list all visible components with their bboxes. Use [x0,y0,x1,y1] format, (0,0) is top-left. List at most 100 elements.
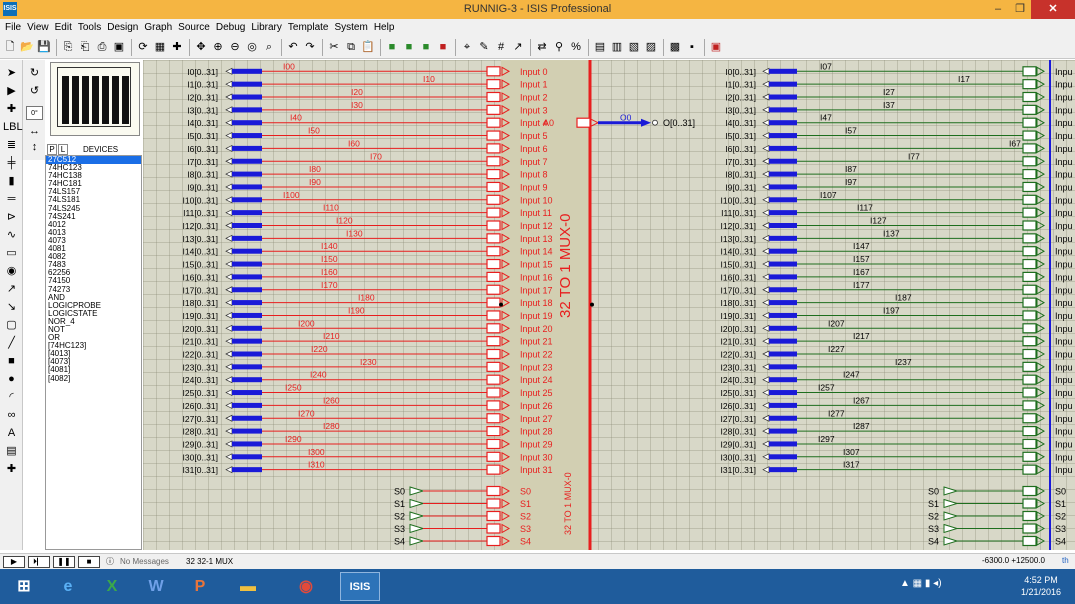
internet-explorer-icon[interactable]: e [48,572,88,601]
input-pin-box[interactable] [486,271,501,282]
mirror-y-icon[interactable]: ↕ [26,140,43,154]
undo-icon[interactable]: ↶ [285,39,301,55]
device-list[interactable]: 27C512 74HC123 74HC138 74HC181 74LS157 74LS18… [45,155,142,550]
bus-terminal-icon[interactable] [762,453,770,461]
zoom-area-icon[interactable]: ⌕ [261,39,277,55]
pause-button[interactable]: ❚❚ [53,555,75,568]
menu-debug[interactable]: Debug [213,19,248,36]
origin-icon[interactable]: ✚ [169,39,185,55]
bus-segment[interactable] [232,287,262,293]
input-pin-box[interactable] [1022,258,1037,270]
copy-icon[interactable]: ⧉ [343,39,359,55]
select-terminal-icon[interactable] [943,536,959,546]
bus-terminal-icon[interactable] [225,453,233,461]
junction-icon[interactable]: ✚ [3,102,20,116]
input-pin-box[interactable] [486,220,501,231]
bus-terminal-icon[interactable] [225,209,233,217]
select-terminal-icon[interactable] [409,486,425,496]
bus-segment[interactable] [232,133,262,139]
bus-terminal-icon[interactable] [762,363,770,371]
path-icon[interactable]: ∞ [3,408,20,422]
input-pin-box[interactable] [1022,91,1037,103]
pick-device-tab[interactable]: P [47,143,57,155]
input-pin-box[interactable] [1022,66,1037,77]
input-pin-box[interactable] [1022,194,1037,205]
bus-segment[interactable] [232,120,262,126]
select-pin-box[interactable] [486,535,501,547]
clock[interactable]: 4:52 PM 1/21/2016 [1012,574,1070,598]
bus-segment[interactable] [769,107,797,113]
input-pin-box[interactable] [1022,246,1037,257]
schematic-sheet[interactable]: 32 TO 1 MUX-0 32 TO 1 MUX-0 I0[0..31] I00 In… [143,60,1075,550]
open-folder-icon[interactable]: 📂 [19,39,35,55]
bus-terminal-icon[interactable] [225,376,233,384]
save-icon[interactable]: 💾 [36,39,52,55]
message-status[interactable]: No Messages [114,557,180,566]
graph-icon[interactable]: ∿ [3,228,20,242]
bus-terminal-icon[interactable] [225,337,233,345]
bus-segment[interactable] [769,145,797,151]
paste-icon[interactable]: 📋 [360,39,376,55]
bus-segment[interactable] [232,415,262,421]
input-pin-box[interactable] [486,310,501,321]
bus-segment[interactable] [232,390,262,396]
input-pin-box[interactable] [1022,104,1037,115]
bus-segment[interactable] [769,467,797,473]
bus-terminal-icon[interactable] [225,183,233,191]
bus-terminal-icon[interactable] [762,131,770,140]
input-pin-box[interactable] [486,207,501,218]
grid-icon[interactable]: ▦ [152,39,168,55]
wire-label-icon[interactable]: LBL [3,120,23,134]
input-pin-box[interactable] [1022,284,1037,295]
rotation-angle-field[interactable]: 0° [26,106,43,120]
select-pin-box[interactable] [1022,510,1037,522]
bus-terminal-icon[interactable] [225,93,233,101]
input-pin-box[interactable] [1022,310,1037,321]
select-pin-box[interactable] [486,523,501,534]
input-pin-box[interactable] [1022,168,1037,180]
bus-segment[interactable] [769,300,797,306]
bus-terminal-icon[interactable] [762,376,770,384]
selection-mode-icon[interactable]: ➤ [3,66,20,80]
input-pin-box[interactable] [486,451,501,462]
bus-segment[interactable] [769,68,797,74]
input-pin-box[interactable] [1022,117,1037,128]
isis-icon[interactable]: ▣ [708,39,724,55]
bus-terminal-icon[interactable] [225,363,233,371]
bus-segment[interactable] [232,158,262,164]
bus-segment[interactable] [769,248,797,254]
generator-icon[interactable]: ◉ [3,264,20,278]
search-tag-icon[interactable]: ⚲ [551,39,567,55]
bus-terminal-icon[interactable] [762,80,770,88]
input-pin-box[interactable] [1022,413,1037,424]
bus-terminal-icon[interactable] [762,440,770,448]
block-copy-icon[interactable]: ■ [384,39,400,55]
bus-terminal-icon[interactable] [225,414,233,422]
circle-icon[interactable]: ● [3,372,20,386]
zoom-all-icon[interactable]: ◎ [244,39,260,55]
bus-terminal-icon[interactable] [762,183,770,191]
tape-recorder-icon[interactable]: ▭ [3,246,20,260]
step-button[interactable]: ⏵▏ [28,555,50,568]
menu-system[interactable]: System [331,19,370,36]
bus-segment[interactable] [232,428,262,434]
input-pin-box[interactable] [486,104,501,115]
bus-terminal-icon[interactable] [762,221,770,230]
bus-segment[interactable] [232,274,262,280]
isis-app-icon[interactable]: ISIS [3,2,17,16]
bus-terminal-icon[interactable] [225,106,233,114]
bus-terminal-icon[interactable] [762,196,770,204]
bus-segment[interactable] [769,377,797,383]
input-pin-box[interactable] [1022,336,1037,347]
bus-segment[interactable] [769,133,797,139]
bus-segment[interactable] [769,274,797,280]
bus-segment[interactable] [232,364,262,370]
bus-segment[interactable] [232,223,262,228]
bus-segment[interactable] [769,210,797,216]
bus-terminal-icon[interactable] [225,170,233,178]
property-assign-icon[interactable]: % [568,39,584,55]
bus-terminal-icon[interactable] [225,466,233,474]
bus-terminal-icon[interactable] [225,401,233,409]
bus-terminal-icon[interactable] [225,286,233,294]
input-pin-box[interactable] [486,374,501,385]
